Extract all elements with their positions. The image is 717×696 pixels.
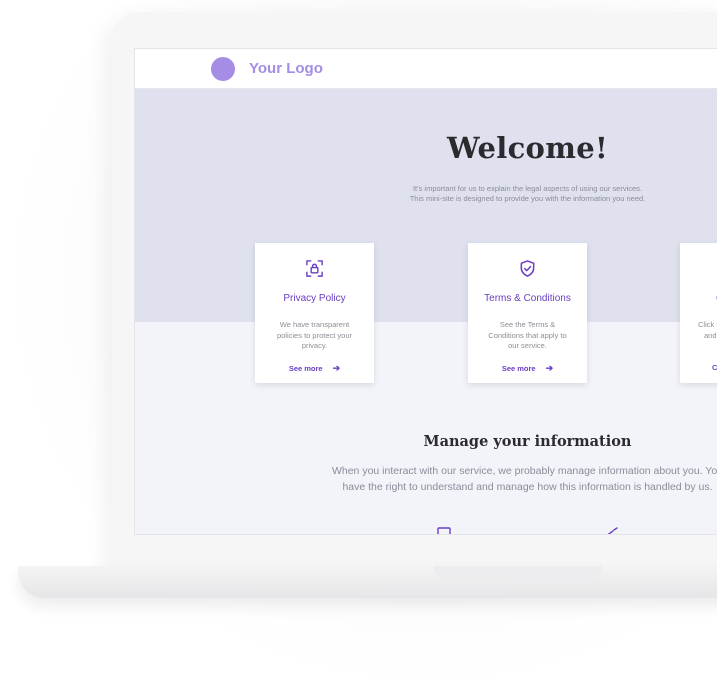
card-description-line: Click t: [698, 320, 717, 329]
card-description-line: and: [704, 330, 717, 340]
logo-circle-icon[interactable]: [211, 57, 235, 81]
card-link[interactable]: C: [712, 363, 717, 372]
document-icon: [437, 527, 451, 534]
hero-band: [135, 89, 717, 322]
laptop-notch: [434, 566, 602, 580]
card-description: Click t and: [698, 320, 717, 341]
terms-conditions-card[interactable]: Terms & Conditions See the Terms & Condi…: [468, 243, 587, 383]
edit-icon: [607, 527, 618, 534]
card-description-line: We have transparent: [279, 320, 350, 329]
section-text-line-1: When you interact with our service, we p…: [331, 465, 717, 477]
logo-text[interactable]: Your Logo: [249, 60, 323, 77]
third-card[interactable]: C Click t and C: [680, 243, 717, 383]
card-description-line: privacy.: [301, 341, 328, 350]
see-more-link[interactable]: See more ➔: [468, 363, 587, 374]
section-title: Manage your information: [423, 433, 632, 450]
see-more-label: See more: [501, 364, 536, 373]
section-text-line-2: have the right to understand and manage …: [342, 481, 713, 493]
see-more-label: See more: [288, 364, 323, 373]
arrow-right-icon: ➔: [545, 363, 554, 373]
privacy-policy-card[interactable]: Privacy Policy We have transparent polic…: [255, 243, 374, 383]
laptop-base: [18, 566, 717, 598]
card-description: We have transparent policies to protect …: [269, 320, 360, 352]
card-description-line: policies to protect your: [276, 330, 353, 340]
card-description-line: Conditions that apply to: [488, 330, 567, 340]
card-title: Terms & Conditions: [484, 293, 571, 304]
card-description-line: our service.: [508, 341, 547, 350]
card-description-line: See the Terms &: [499, 320, 556, 329]
card-description: See the Terms & Conditions that apply to…: [482, 320, 573, 352]
hero-subtitle-line-2: This mini-site is designed to provide yo…: [409, 194, 646, 203]
hero-subtitle-line-1: It's important for us to explain the leg…: [412, 184, 643, 193]
lock-frame-icon: [306, 260, 323, 277]
card-title: Privacy Policy: [283, 293, 346, 304]
card-link-label: C: [712, 363, 717, 372]
site-header: Your Logo: [135, 49, 717, 89]
see-more-link[interactable]: See more ➔: [255, 363, 374, 374]
shield-check-icon: [520, 260, 535, 277]
page-title: Welcome!: [447, 131, 608, 165]
laptop-screen: Your Logo Welcome! It's important for us…: [134, 48, 717, 535]
arrow-right-icon: ➔: [332, 363, 341, 373]
